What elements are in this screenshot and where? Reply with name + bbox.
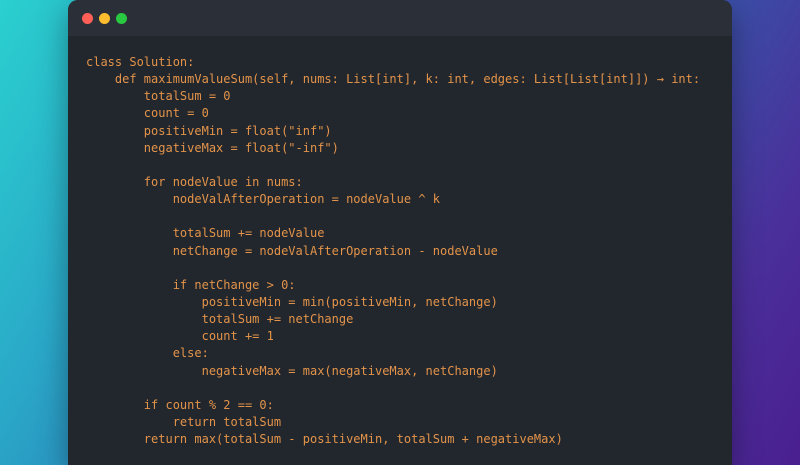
- code-line: else:: [86, 346, 209, 361]
- close-icon[interactable]: [82, 13, 93, 24]
- window-titlebar: [68, 0, 732, 36]
- code-line: nodeValAfterOperation = nodeValue ^ k: [86, 192, 441, 207]
- code-line: netChange = nodeValAfterOperation - node…: [86, 243, 498, 258]
- code-line: count += 1: [86, 329, 274, 344]
- code-line: if netChange > 0:: [86, 277, 296, 292]
- code-line: return max(totalSum - positiveMin, total…: [86, 432, 563, 447]
- code-line: if count % 2 == 0:: [86, 397, 274, 412]
- code-line: totalSum += netChange: [86, 312, 354, 327]
- maximize-icon[interactable]: [116, 13, 127, 24]
- code-line: negativeMax = float("-inf"): [86, 140, 339, 155]
- code-line: positiveMin = min(positiveMin, netChange…: [86, 294, 498, 309]
- code-line: count = 0: [86, 106, 209, 121]
- code-line: totalSum = 0: [86, 89, 231, 104]
- code-line: return totalSum: [86, 414, 282, 429]
- code-line: for nodeValue in nums:: [86, 174, 303, 189]
- code-line: totalSum += nodeValue: [86, 226, 325, 241]
- code-line: negativeMax = max(negativeMax, netChange…: [86, 363, 498, 378]
- code-line: def maximumValueSum(self, nums: List[int…: [86, 72, 701, 87]
- minimize-icon[interactable]: [99, 13, 110, 24]
- code-window: class Solution: def maximumValueSum(self…: [68, 0, 732, 465]
- code-line: positiveMin = float("inf"): [86, 123, 332, 138]
- code-block: class Solution: def maximumValueSum(self…: [86, 54, 700, 448]
- code-line: class Solution:: [86, 55, 195, 69]
